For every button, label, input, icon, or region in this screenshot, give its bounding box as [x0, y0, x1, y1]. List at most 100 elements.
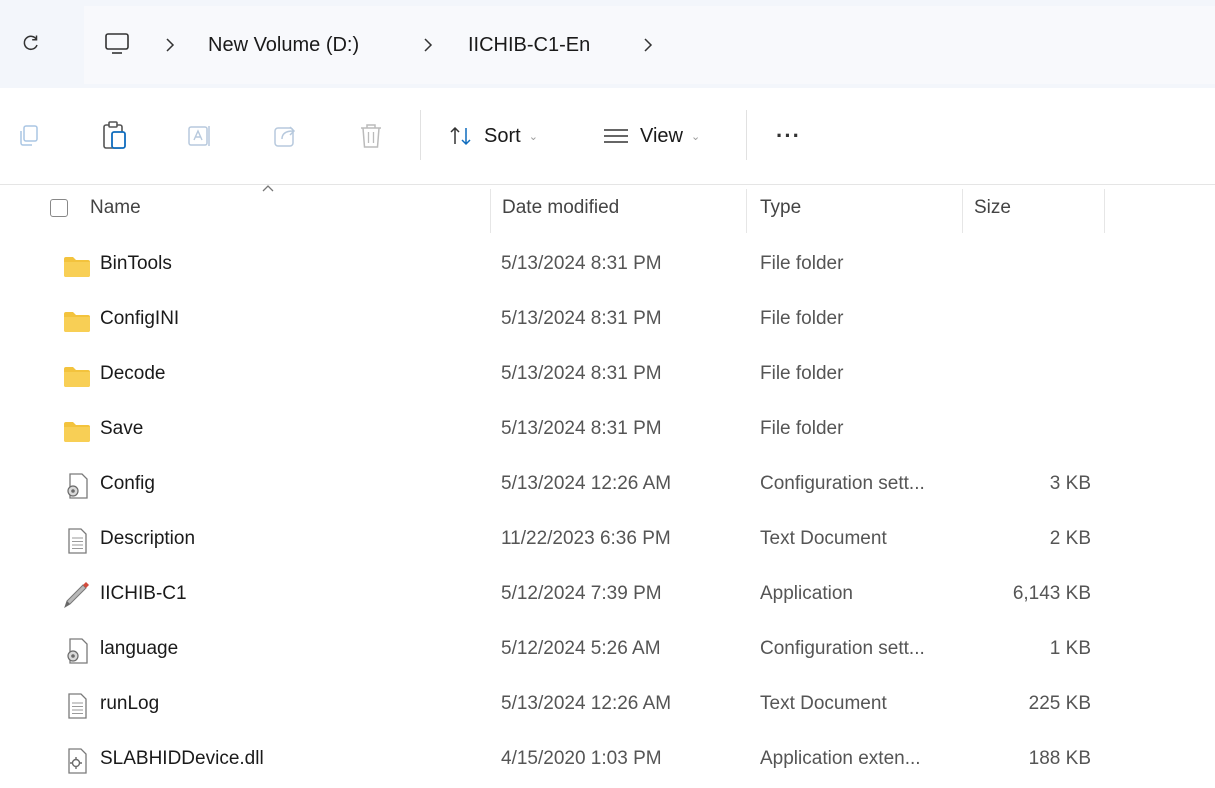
- file-type: Text Document: [760, 693, 887, 714]
- config-file-icon: [62, 636, 92, 666]
- text-file-icon: [62, 526, 92, 556]
- chevron-down-icon: ⌄: [691, 130, 701, 143]
- toolbar-divider: [746, 110, 747, 160]
- file-size: 6,143 KB: [1012, 583, 1091, 604]
- column-divider[interactable]: [962, 189, 963, 233]
- command-bar: Sort ⌄ View ⌄ ···: [0, 88, 1215, 185]
- column-divider[interactable]: [746, 189, 747, 233]
- table-row[interactable]: ConfigINI 5/13/2024 8:31 PM File folder: [0, 293, 1215, 348]
- paste-button[interactable]: [100, 116, 130, 156]
- column-header: Name Date modified Type Size: [0, 185, 1215, 233]
- table-row[interactable]: BinTools 5/13/2024 8:31 PM File folder: [0, 238, 1215, 293]
- column-size[interactable]: Size: [974, 197, 1011, 219]
- file-size: 2 KB: [1049, 528, 1091, 549]
- delete-button[interactable]: [358, 116, 384, 156]
- config-file-icon: [62, 471, 92, 501]
- paste-icon: [103, 121, 126, 149]
- file-type: File folder: [760, 308, 844, 329]
- text-file-icon: [62, 691, 92, 721]
- chevron-right-icon[interactable]: [422, 37, 434, 53]
- table-row[interactable]: IICHIB-C1 5/12/2024 7:39 PM Application …: [0, 568, 1215, 623]
- table-row[interactable]: Decode 5/13/2024 8:31 PM File folder: [0, 348, 1215, 403]
- file-type: Application: [760, 583, 853, 604]
- folder-icon: [62, 306, 92, 336]
- rename-icon: [188, 126, 210, 146]
- file-name: SLABHIDDevice.dll: [100, 748, 264, 769]
- folder-icon: [62, 251, 92, 281]
- table-row[interactable]: language 5/12/2024 5:26 AM Configuration…: [0, 623, 1215, 678]
- address-bar: New Volume (D:) IICHIB-C1-En: [0, 0, 1215, 88]
- more-icon: ···: [776, 123, 801, 148]
- sort-icon: [450, 126, 471, 146]
- trash-icon: [361, 124, 381, 148]
- file-name: BinTools: [100, 253, 172, 274]
- chevron-down-icon: ⌄: [528, 130, 538, 143]
- file-date: 5/13/2024 8:31 PM: [501, 253, 662, 274]
- column-date-modified[interactable]: Date modified: [502, 197, 619, 219]
- file-size: 1 KB: [1049, 638, 1091, 659]
- file-size: 3 KB: [1049, 473, 1091, 494]
- refresh-button[interactable]: [14, 26, 48, 60]
- table-row[interactable]: runLog 5/13/2024 12:26 AM Text Document …: [0, 678, 1215, 733]
- select-all-checkbox[interactable]: [50, 199, 68, 217]
- file-name: language: [100, 638, 179, 659]
- file-size: 225 KB: [1028, 693, 1091, 714]
- folder-icon: [62, 416, 92, 446]
- column-divider[interactable]: [1104, 189, 1105, 233]
- file-name: Description: [100, 528, 196, 549]
- file-date: 5/13/2024 12:26 AM: [501, 473, 672, 494]
- breadcrumb-item-drive[interactable]: New Volume (D:): [208, 34, 359, 57]
- file-type: File folder: [760, 418, 844, 439]
- copy-button[interactable]: [16, 116, 42, 156]
- view-button[interactable]: View ⌄: [602, 116, 700, 156]
- file-name: IICHIB-C1: [100, 583, 187, 604]
- toolbar-divider: [420, 110, 421, 160]
- column-divider[interactable]: [490, 189, 491, 233]
- file-date: 5/13/2024 8:31 PM: [501, 363, 662, 384]
- copy-icon: [20, 125, 38, 146]
- computer-icon: [105, 33, 129, 54]
- table-row[interactable]: SLABHIDDevice.dll 4/15/2020 1:03 PM Appl…: [0, 733, 1215, 788]
- sort-ascending-icon: [262, 185, 274, 192]
- refresh-icon: [23, 35, 38, 51]
- chevron-right-icon[interactable]: [164, 37, 176, 53]
- file-date: 5/12/2024 5:26 AM: [501, 638, 661, 659]
- file-type: Configuration sett...: [760, 473, 925, 494]
- file-type: File folder: [760, 253, 844, 274]
- dll-file-icon: [62, 746, 92, 776]
- file-type: Configuration sett...: [760, 638, 925, 659]
- breadcrumb[interactable]: New Volume (D:) IICHIB-C1-En: [84, 6, 1215, 84]
- file-name: Decode: [100, 363, 166, 384]
- chevron-right-icon[interactable]: [642, 37, 654, 53]
- file-date: 11/22/2023 6:36 PM: [501, 528, 671, 549]
- file-type: File folder: [760, 363, 844, 384]
- application-icon: [62, 581, 92, 611]
- file-name: runLog: [100, 693, 160, 714]
- file-name: Save: [100, 418, 144, 439]
- table-row[interactable]: Save 5/13/2024 8:31 PM File folder: [0, 403, 1215, 458]
- table-row[interactable]: Description 11/22/2023 6:36 PM Text Docu…: [0, 513, 1215, 568]
- file-date: 5/12/2024 7:39 PM: [501, 583, 662, 604]
- folder-icon: [62, 361, 92, 391]
- file-date: 5/13/2024 8:31 PM: [501, 308, 662, 329]
- file-type: Application exten...: [760, 748, 921, 769]
- file-type: Text Document: [760, 528, 887, 549]
- column-name[interactable]: Name: [90, 197, 141, 219]
- more-options-button[interactable]: ···: [776, 116, 801, 156]
- share-button[interactable]: [272, 116, 300, 156]
- sort-button[interactable]: Sort ⌄: [448, 116, 538, 156]
- file-size: 188 KB: [1028, 748, 1091, 769]
- view-list-icon: [604, 129, 628, 143]
- sort-label: Sort: [484, 124, 521, 147]
- column-type[interactable]: Type: [760, 197, 801, 219]
- file-date: 4/15/2020 1:03 PM: [501, 748, 662, 769]
- file-date: 5/13/2024 8:31 PM: [501, 418, 662, 439]
- rename-button[interactable]: [186, 116, 214, 156]
- breadcrumb-item-folder[interactable]: IICHIB-C1-En: [468, 34, 590, 57]
- view-label: View: [640, 124, 683, 147]
- file-name: Config: [100, 473, 155, 494]
- file-date: 5/13/2024 12:26 AM: [501, 693, 672, 714]
- share-icon: [274, 126, 296, 147]
- table-row[interactable]: Config 5/13/2024 12:26 AM Configuration …: [0, 458, 1215, 513]
- file-name: ConfigINI: [100, 308, 180, 329]
